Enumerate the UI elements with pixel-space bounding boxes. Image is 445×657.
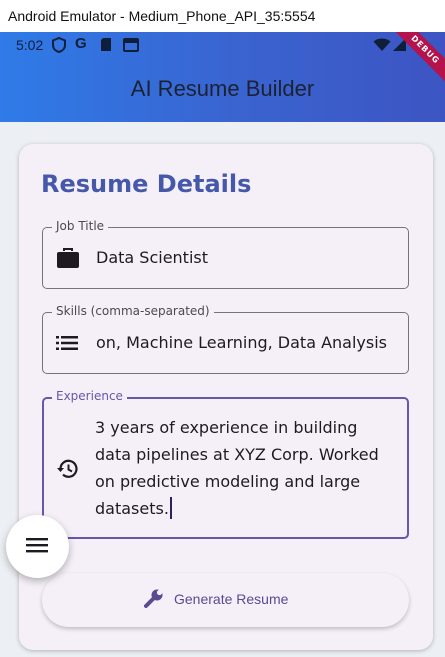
- generate-resume-button[interactable]: Generate Resume: [42, 573, 409, 627]
- menu-fab[interactable]: [6, 515, 69, 578]
- window-icon: [123, 38, 139, 56]
- menu-icon: [26, 538, 48, 553]
- card-heading: Resume Details: [41, 170, 252, 198]
- history-icon: [56, 457, 80, 485]
- skills-value: on, Machine Learning, Data Analysis: [96, 333, 388, 352]
- experience-value: 3 years of experience in building data p…: [95, 414, 398, 522]
- emulator-window-title: Android Emulator - Medium_Phone_API_35:5…: [0, 0, 445, 32]
- job-title-field[interactable]: Job Title Data Scientist: [42, 219, 409, 289]
- generate-resume-label: Generate Resume: [174, 591, 289, 607]
- text-cursor: [169, 497, 172, 519]
- experience-field[interactable]: Experience 3 years of experience in buil…: [42, 389, 409, 539]
- job-title-value: Data Scientist: [96, 248, 208, 267]
- skills-field[interactable]: Skills (comma-separated) on, Machine Lea…: [42, 304, 409, 374]
- status-time: 5:02: [16, 37, 44, 53]
- resume-details-card: Resume Details Job Title Data Scientist …: [19, 144, 433, 650]
- experience-text: 3 years of experience in building data p…: [95, 418, 379, 518]
- skills-label: Skills (comma-separated): [52, 304, 214, 318]
- sd-card-icon: [100, 37, 112, 56]
- wifi-icon: [373, 38, 391, 56]
- app-bar: 5:02 G DEBUG AI Resume Builder: [0, 32, 445, 122]
- experience-label: Experience: [52, 389, 127, 403]
- shield-icon: [52, 36, 66, 57]
- list-icon: [56, 335, 78, 355]
- app-title: AI Resume Builder: [130, 76, 315, 101]
- wrench-icon: [144, 589, 164, 613]
- job-title-label: Job Title: [52, 219, 109, 233]
- status-bar: 5:02 G: [0, 32, 445, 58]
- google-g-icon: G: [75, 35, 87, 52]
- briefcase-icon: [56, 247, 80, 273]
